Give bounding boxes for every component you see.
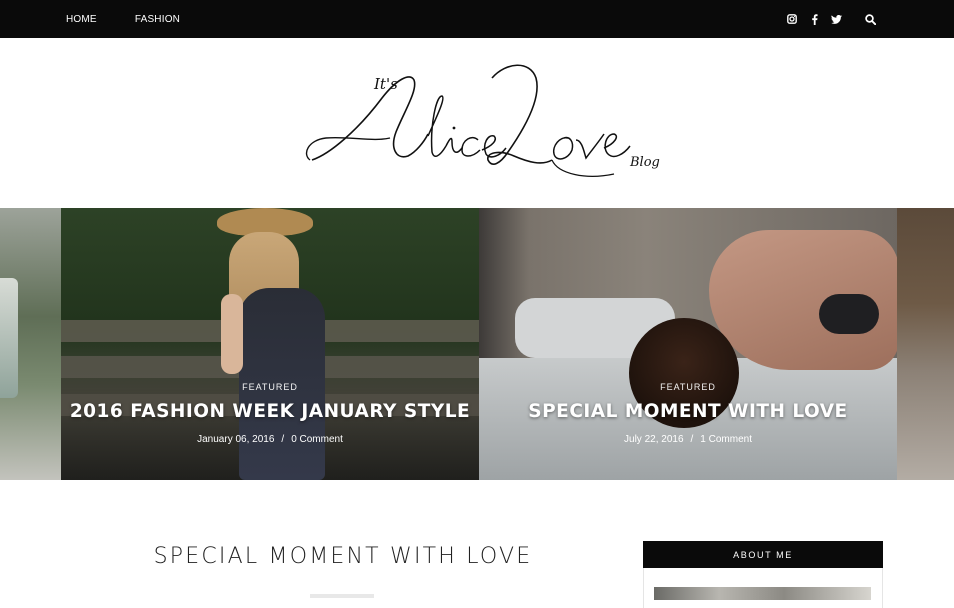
instagram-icon[interactable] [786,13,798,25]
meta-separator: / [690,434,694,445]
slide-1[interactable]: FEATURED 2016 FASHION WEEK JANUARY STYLE… [61,208,479,480]
slide-title[interactable]: SPECIAL MOMENT WITH LOVE [479,401,897,422]
post-title[interactable]: SPECIAL MOMENT WITH LOVE [143,544,543,569]
logo-script: It's Blog [305,64,660,177]
post-meta-faint [310,594,374,598]
arm-shape [221,294,243,374]
slide-image-peek-right[interactable] [897,208,954,480]
slide-category[interactable]: FEATURED [61,382,479,392]
slide-1-caption: FEATURED 2016 FASHION WEEK JANUARY STYLE… [61,382,479,445]
lingerie-shape [819,294,879,334]
slide-date: January 06, 2016 [197,434,275,445]
svg-text:Blog: Blog [629,155,660,170]
search-icon[interactable] [864,13,876,25]
van-shape [0,278,18,398]
nav-item-fashion[interactable]: FASHION [135,14,180,25]
slide-meta: July 22, 2016 / 1 Comment [479,434,897,445]
slide-comments[interactable]: 0 Comment [291,434,343,445]
top-navigation-bar: HOME FASHION [0,0,954,38]
widget-title-about-me: ABOUT ME [643,541,883,568]
facebook-icon[interactable] [808,13,820,25]
about-me-image [654,587,871,600]
main-menu: HOME FASHION [66,0,180,38]
social-links [786,0,876,38]
slide-2-caption: FEATURED SPECIAL MOMENT WITH LOVE July 2… [479,382,897,445]
meta-separator: / [281,434,285,445]
slide-date: July 22, 2016 [624,434,684,445]
slide-category[interactable]: FEATURED [479,382,897,392]
slide-2[interactable]: FEATURED SPECIAL MOMENT WITH LOVE July 2… [479,208,897,480]
featured-slider: FEATURED 2016 FASHION WEEK JANUARY STYLE… [0,208,954,480]
slide-meta: January 06, 2016 / 0 Comment [61,434,479,445]
slide-image-peek-left[interactable] [0,208,61,480]
slide-title[interactable]: 2016 FASHION WEEK JANUARY STYLE [61,401,479,422]
site-logo[interactable]: It's Blog [296,56,676,191]
slide-comments[interactable]: 1 Comment [700,434,752,445]
twitter-icon[interactable] [830,13,842,25]
nav-item-home[interactable]: HOME [66,14,97,25]
